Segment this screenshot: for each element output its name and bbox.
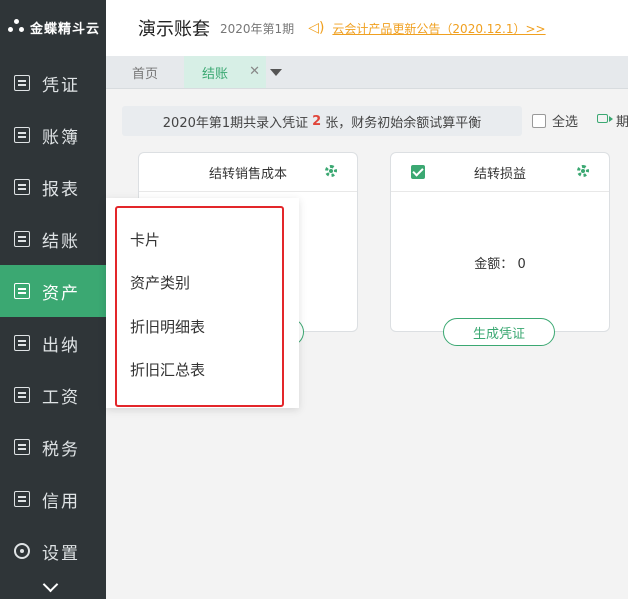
menu-item-label: 折旧汇总表 bbox=[130, 360, 206, 379]
summary-prefix: 2020年第1期共录入凭证 bbox=[162, 115, 309, 131]
menu-item-depreciation-summary[interactable]: 折旧汇总表 bbox=[130, 358, 205, 380]
checkbox-icon bbox=[14, 231, 30, 247]
amount-label: 金额： bbox=[474, 257, 514, 272]
amount-row: 金额： 0 bbox=[391, 253, 609, 272]
sidebar-item-label: 资产 bbox=[42, 283, 80, 304]
brand-name: 金蝶精斗云 bbox=[30, 22, 101, 37]
salary-icon bbox=[14, 387, 30, 403]
sidebar-item-label: 账簿 bbox=[42, 127, 80, 148]
sidebar-item-close-out[interactable]: 结账 bbox=[0, 213, 106, 265]
asset-icon bbox=[14, 283, 30, 299]
sidebar-item-voucher[interactable]: 凭证 bbox=[0, 57, 106, 109]
speaker-icon: ◁) bbox=[308, 20, 325, 36]
report-icon bbox=[14, 179, 30, 195]
sidebar-item-label: 信用 bbox=[42, 491, 80, 512]
chevron-down-icon[interactable] bbox=[42, 576, 59, 593]
gear-icon bbox=[14, 543, 30, 559]
tab-home[interactable]: 首页 bbox=[106, 56, 184, 88]
voucher-count: 2 bbox=[312, 113, 322, 129]
sidebar-item-credit[interactable]: 信用 bbox=[0, 473, 106, 525]
period-label-truncated: 期 bbox=[616, 115, 628, 130]
card-header: 结转损益 bbox=[391, 153, 609, 192]
credit-icon bbox=[14, 491, 30, 507]
period-label: 2020年第1期 bbox=[220, 21, 295, 36]
tab-label: 结账 bbox=[202, 66, 229, 82]
tab-close-out[interactable]: 结账 ✕ bbox=[184, 56, 266, 88]
menu-item-label: 卡片 bbox=[130, 230, 161, 249]
button-label: 生成凭证 bbox=[472, 326, 525, 342]
card-profit-loss-transfer: 结转损益 金额： 0 bbox=[390, 152, 610, 332]
account-title[interactable]: 演示账套 bbox=[138, 15, 210, 41]
sidebar-item-salary[interactable]: 工资 bbox=[0, 369, 106, 421]
amount-value: 0 bbox=[517, 257, 526, 272]
sidebar-item-reports[interactable]: 报表 bbox=[0, 161, 106, 213]
generate-voucher-button[interactable]: 生成凭证 bbox=[443, 318, 555, 346]
select-all[interactable]: 全选 bbox=[532, 111, 578, 130]
sidebar-item-label: 凭证 bbox=[42, 75, 80, 96]
cashier-icon bbox=[14, 335, 30, 351]
logo-icon bbox=[8, 18, 26, 37]
gear-icon[interactable] bbox=[325, 165, 337, 177]
update-notice-link[interactable]: 云会计产品更新公告（2020.12.1）>> bbox=[332, 20, 545, 37]
video-icon[interactable] bbox=[597, 114, 613, 123]
sidebar: 金蝶精斗云 凭证 账簿 报表 结账 资产 出纳 工资 税务 信用 设置 bbox=[0, 0, 106, 599]
summary-suffix: 张，财务初始余额试算平衡 bbox=[325, 115, 482, 131]
sidebar-item-settings[interactable]: 设置 bbox=[0, 525, 106, 577]
card-title: 结转销售成本 bbox=[208, 166, 287, 182]
sidebar-item-assets[interactable]: 资产 bbox=[0, 265, 106, 317]
book-icon bbox=[14, 127, 30, 143]
select-all-checkbox[interactable] bbox=[532, 113, 546, 128]
brand-logo[interactable]: 金蝶精斗云 bbox=[0, 0, 106, 55]
tax-icon bbox=[14, 439, 30, 455]
card-header: 结转销售成本 bbox=[139, 153, 357, 192]
caret-down-icon[interactable] bbox=[270, 69, 282, 76]
card-title: 结转损益 bbox=[473, 166, 526, 182]
header: 演示账套 2020年第1期 ◁) 云会计产品更新公告（2020.12.1）>> bbox=[106, 0, 628, 56]
tab-label: 首页 bbox=[131, 66, 158, 82]
tab-bar: 首页 结账 ✕ bbox=[106, 56, 628, 89]
edit-icon bbox=[14, 75, 30, 91]
close-icon[interactable]: ✕ bbox=[249, 64, 260, 79]
sidebar-item-label: 报表 bbox=[42, 179, 80, 200]
sidebar-item-label: 税务 bbox=[42, 439, 80, 460]
menu-item-asset-categories[interactable]: 资产类别 bbox=[130, 271, 190, 293]
sidebar-item-label: 结账 bbox=[42, 231, 80, 252]
select-all-label: 全选 bbox=[552, 115, 579, 130]
gear-icon[interactable] bbox=[577, 165, 589, 177]
checkbox-checked-icon[interactable] bbox=[411, 165, 425, 179]
menu-item-depreciation-detail[interactable]: 折旧明细表 bbox=[130, 315, 205, 337]
sidebar-item-tax[interactable]: 税务 bbox=[0, 421, 106, 473]
voucher-summary: 2020年第1期共录入凭证 2 张，财务初始余额试算平衡 bbox=[122, 106, 522, 136]
sidebar-item-label: 工资 bbox=[42, 387, 80, 408]
sidebar-item-label: 出纳 bbox=[42, 335, 80, 356]
sidebar-item-cashier[interactable]: 出纳 bbox=[0, 317, 106, 369]
sidebar-item-ledger[interactable]: 账簿 bbox=[0, 109, 106, 161]
menu-item-cards[interactable]: 卡片 bbox=[130, 228, 160, 250]
menu-item-label: 折旧明细表 bbox=[130, 317, 206, 336]
menu-item-label: 资产类别 bbox=[130, 273, 191, 292]
sidebar-item-label: 设置 bbox=[42, 543, 80, 564]
